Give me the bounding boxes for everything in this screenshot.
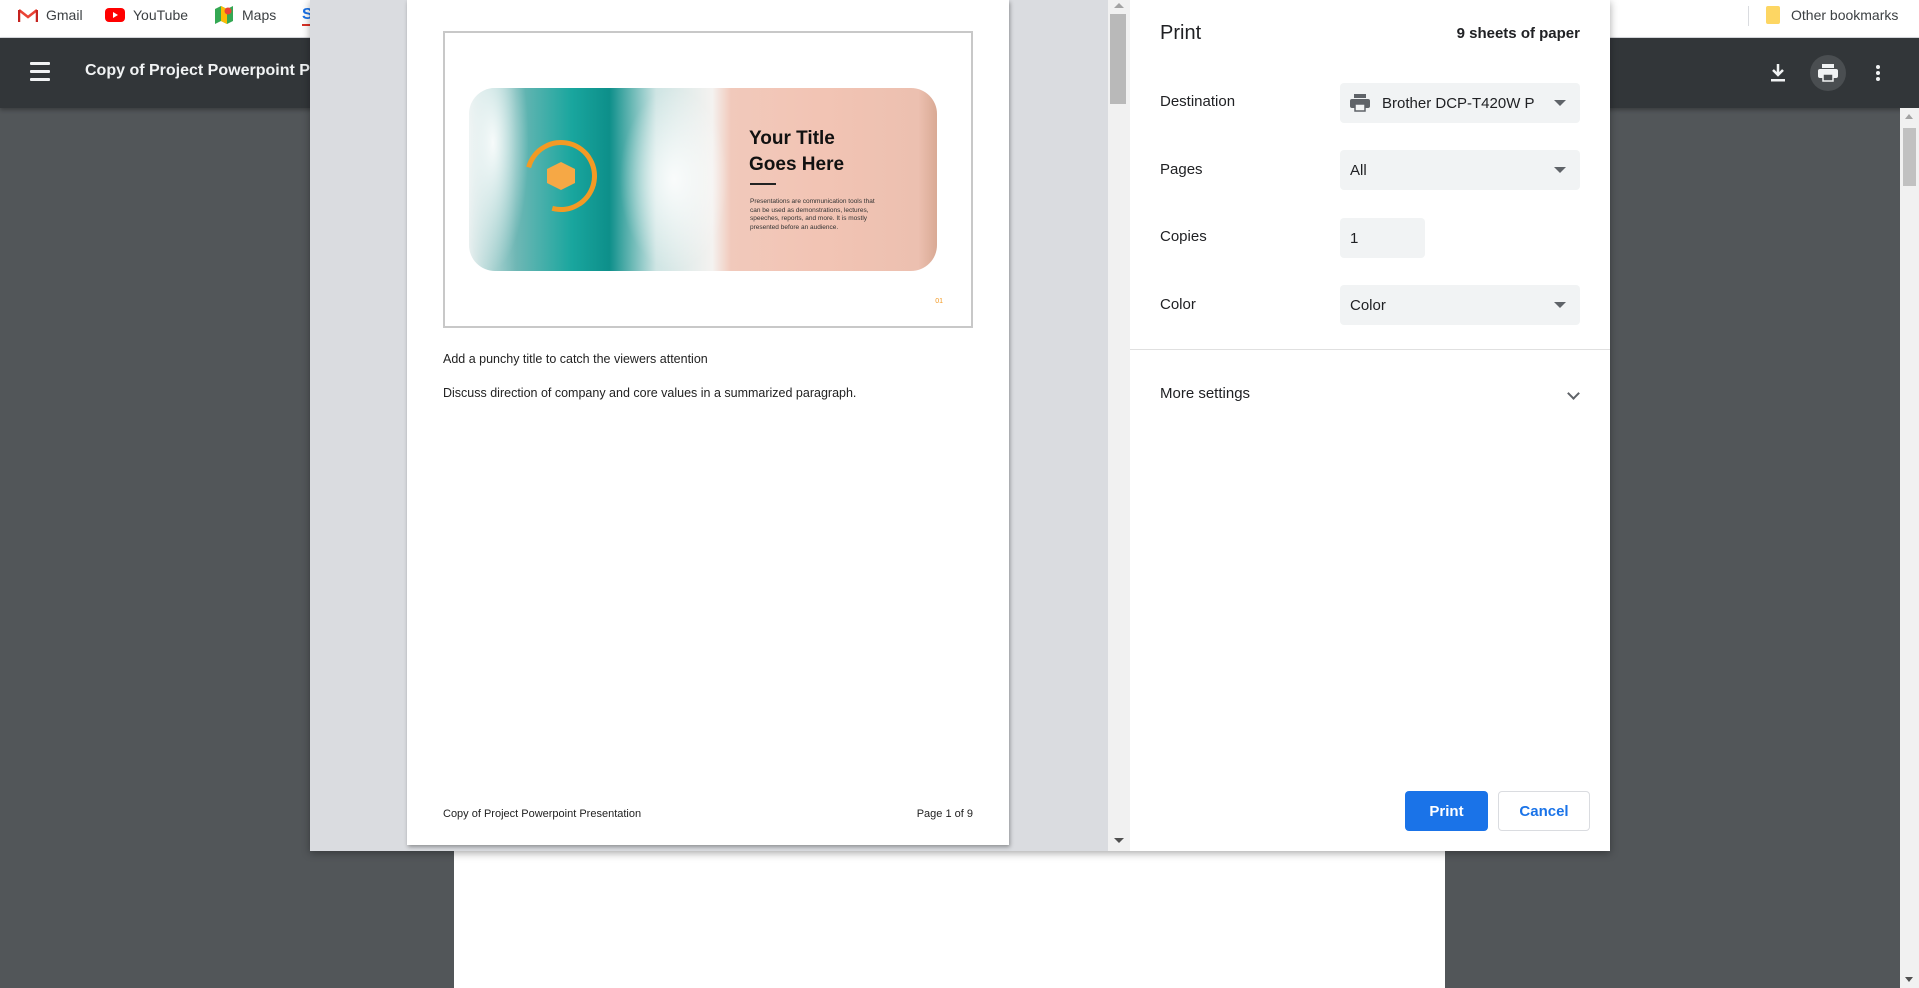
- bookmark-maps[interactable]: Maps: [214, 0, 276, 30]
- scroll-down-icon[interactable]: [1905, 977, 1913, 982]
- folder-icon: [1763, 6, 1783, 24]
- bookmarks-divider: [1748, 6, 1749, 26]
- cancel-button[interactable]: Cancel: [1498, 791, 1590, 831]
- document-page: [454, 851, 1445, 988]
- slide-rule: [750, 183, 776, 185]
- sheet-count: 9 sheets of paper: [1456, 25, 1580, 42]
- gmail-icon: [18, 6, 38, 24]
- bookmark-youtube[interactable]: YouTube: [105, 0, 188, 30]
- print-settings: Print 9 sheets of paper Destination Brot…: [1130, 0, 1610, 851]
- copies-label: Copies: [1160, 228, 1207, 245]
- dropdown-caret-icon: [1554, 302, 1566, 308]
- scroll-up-icon[interactable]: [1114, 3, 1124, 8]
- dropdown-caret-icon: [1554, 167, 1566, 173]
- scrollbar-thumb[interactable]: [1110, 14, 1126, 104]
- page-footer-number: Page 1 of 9: [916, 808, 973, 820]
- bookmark-gmail[interactable]: Gmail: [18, 0, 83, 30]
- preview-page: Your Title Goes Here Presentations are c…: [407, 0, 1009, 845]
- slide-number: 01: [935, 298, 943, 305]
- print-icon[interactable]: [1810, 55, 1846, 91]
- page-footer-title: Copy of Project Powerpoint Presentation: [443, 808, 642, 820]
- download-icon[interactable]: [1760, 55, 1796, 91]
- menu-icon[interactable]: [28, 62, 56, 84]
- pages-select[interactable]: All: [1340, 150, 1580, 190]
- print-button[interactable]: Print: [1405, 791, 1488, 831]
- copies-input[interactable]: 1: [1340, 218, 1425, 258]
- slide-body: Presentations are communication tools th…: [750, 198, 875, 231]
- print-preview: Your Title Goes Here Presentations are c…: [310, 0, 1108, 851]
- viewer-scrollbar[interactable]: [1900, 108, 1919, 988]
- more-settings-toggle[interactable]: More settings: [1160, 385, 1250, 402]
- color-label: Color: [1160, 296, 1196, 313]
- scrollbar-thumb[interactable]: [1903, 128, 1916, 186]
- maps-icon: [214, 6, 234, 24]
- color-select[interactable]: Color: [1340, 285, 1580, 325]
- speaker-note: Add a punchy title to catch the viewers …: [443, 352, 708, 366]
- scroll-up-icon[interactable]: [1905, 114, 1913, 119]
- printer-icon: [1350, 94, 1370, 112]
- document-title: Copy of Project Powerpoint P: [85, 62, 310, 79]
- destination-select[interactable]: Brother DCP-T420W P: [1340, 83, 1580, 123]
- youtube-icon: [105, 6, 125, 24]
- settings-divider: [1130, 349, 1610, 350]
- slide-image: Your Title Goes Here Presentations are c…: [469, 88, 937, 271]
- bookmark-truncated[interactable]: S: [302, 6, 310, 26]
- dialog-title: Print: [1160, 22, 1202, 44]
- destination-label: Destination: [1160, 93, 1236, 110]
- print-dialog: Your Title Goes Here Presentations are c…: [310, 0, 1610, 851]
- preview-scrollbar[interactable]: [1108, 0, 1130, 851]
- other-bookmarks[interactable]: Other bookmarks: [1763, 0, 1898, 30]
- slide-title: Your Title Goes Here: [749, 128, 845, 175]
- scroll-down-icon[interactable]: [1114, 838, 1124, 843]
- dropdown-caret-icon: [1554, 100, 1566, 106]
- more-vert-icon[interactable]: [1860, 55, 1896, 91]
- chevron-down-icon[interactable]: [1567, 387, 1580, 400]
- pages-label: Pages: [1160, 161, 1203, 178]
- slide-thumbnail: Your Title Goes Here Presentations are c…: [443, 31, 973, 328]
- speaker-note: Discuss direction of company and core va…: [443, 386, 857, 400]
